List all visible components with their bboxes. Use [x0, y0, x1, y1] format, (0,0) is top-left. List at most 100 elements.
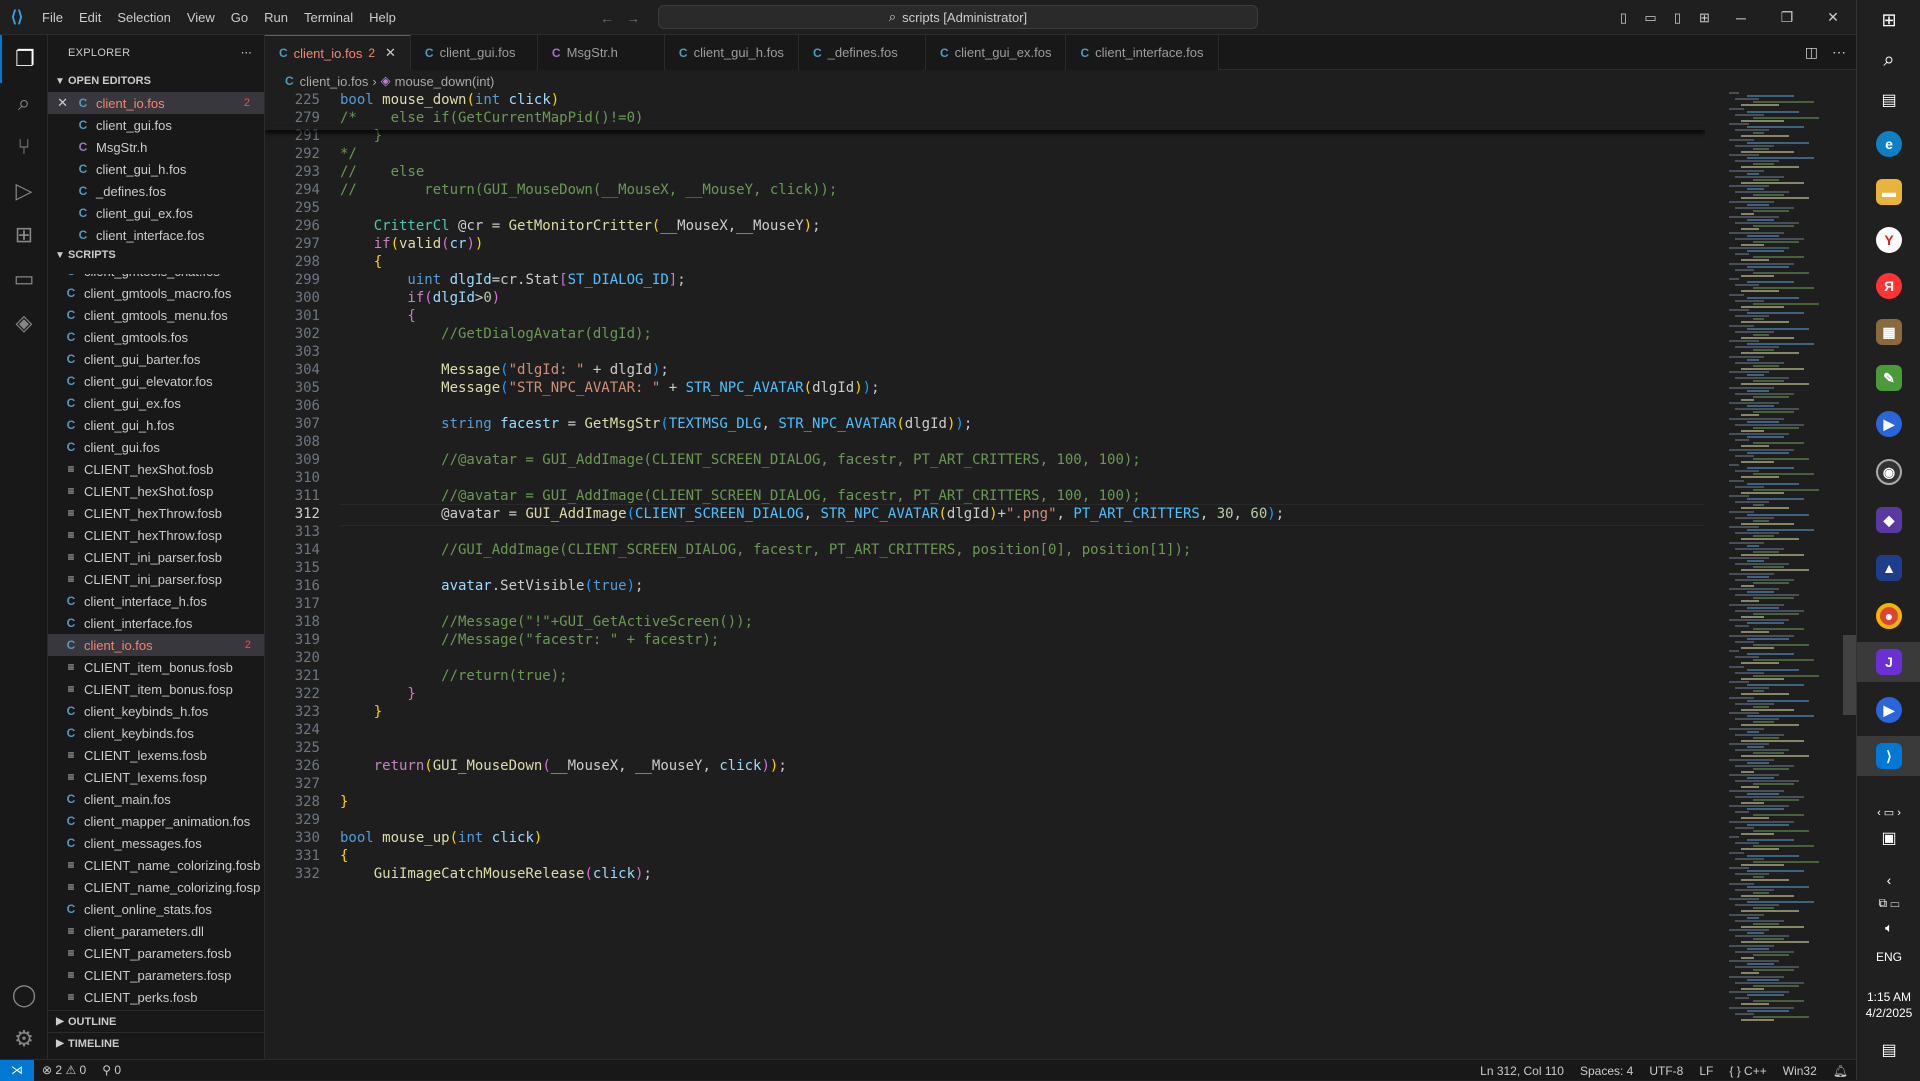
file-item[interactable]: Cclient_gui.fos: [48, 436, 264, 458]
tray-chevron-icon[interactable]: ‹: [1857, 872, 1920, 888]
file-item[interactable]: ≡ CLIENT_ini_parser.fosp: [48, 568, 264, 590]
file-item[interactable]: Cclient_main.fos: [48, 788, 264, 810]
file-item[interactable]: ≡ CLIENT_parameters.fosb: [48, 942, 264, 964]
extensions-icon[interactable]: ⊞: [0, 211, 48, 259]
cursor-position[interactable]: Ln 312, Col 110: [1472, 1064, 1572, 1078]
menu-terminal[interactable]: Terminal: [296, 0, 361, 35]
file-item[interactable]: Cclient_gui_elevator.fos: [48, 370, 264, 392]
open-editor-item[interactable]: C MsgStr.h: [48, 136, 264, 158]
tab-client-gui-h-fos[interactable]: Cclient_gui_h.fos: [664, 35, 799, 70]
toggle-sidebar-icon[interactable]: ▯: [1610, 10, 1637, 26]
code-editor[interactable]: 225 bool mouse_down(int click) 279/* else …: [265, 92, 1705, 1059]
language-indicator[interactable]: ENG: [1857, 950, 1920, 964]
menu-help[interactable]: Help: [361, 0, 404, 35]
menu-file[interactable]: File: [34, 0, 71, 35]
file-item[interactable]: ≡ CLIENT_lexems.fosb: [48, 744, 264, 766]
indentation[interactable]: Spaces: 4: [1572, 1064, 1641, 1078]
tab-client-io-fos[interactable]: Cclient_io.fos 2 ✕: [265, 35, 411, 70]
search-view-icon[interactable]: ⌕: [0, 79, 48, 127]
end-of-line[interactable]: LF: [1691, 1064, 1721, 1078]
yandex-app-icon[interactable]: Я: [1857, 266, 1920, 306]
tab-client-interface-fos[interactable]: Cclient_interface.fos: [1066, 35, 1219, 70]
open-editors-header[interactable]: ▼ OPEN EDITORS: [48, 70, 264, 92]
file-item[interactable]: ≡ CLIENT_hexShot.fosb: [48, 458, 264, 480]
more-actions-icon[interactable]: ⋯: [241, 46, 252, 59]
open-editor-item[interactable]: ✕ Cclient_io.fos 2: [48, 92, 264, 114]
file-item[interactable]: Cclient_interface_h.fos: [48, 590, 264, 612]
file-item[interactable]: ≡ CLIENT_item_bonus.fosb: [48, 656, 264, 678]
language-mode[interactable]: { } C++: [1721, 1064, 1774, 1078]
menu-edit[interactable]: Edit: [71, 0, 109, 35]
tray-scroll-arrows[interactable]: ‹ ▭ ›: [1857, 806, 1920, 819]
clock-time[interactable]: 1:15 AM: [1857, 990, 1920, 1004]
notepad-app-icon[interactable]: ✎: [1857, 358, 1920, 398]
jetbrains-app-icon[interactable]: J: [1857, 642, 1920, 682]
menu-run[interactable]: Run: [256, 0, 296, 35]
toggle-secondary-sidebar-icon[interactable]: ▯: [1664, 10, 1691, 26]
file-item[interactable]: ≡ CLIENT_perks.fosb: [48, 986, 264, 1008]
file-item[interactable]: Cclient_gmtools.fos: [48, 326, 264, 348]
file-item[interactable]: ≡ client_parameters.dll: [48, 920, 264, 942]
open-editor-item[interactable]: Cclient_gui.fos: [48, 114, 264, 136]
ports-indicator[interactable]: ⚲ 0: [94, 1063, 129, 1077]
forward-arrow-icon[interactable]: →: [626, 10, 640, 26]
file-item[interactable]: Cclient_gmtools_menu.fos: [48, 304, 264, 326]
file-item[interactable]: ≡ CLIENT_item_bonus.fosp: [48, 678, 264, 700]
file-item[interactable]: Cclient_gmtools_chat.fos: [48, 274, 264, 282]
taskbar-search-icon[interactable]: ⌕: [1857, 40, 1920, 80]
tab-msgstr-h[interactable]: C MsgStr.h: [537, 35, 665, 70]
archive-app-icon[interactable]: ▦: [1857, 312, 1920, 352]
docker-icon[interactable]: ◈: [0, 299, 48, 347]
menu-go[interactable]: Go: [223, 0, 256, 35]
notifications-bell-icon[interactable]: 🔔︎: [1825, 1064, 1856, 1078]
remote-explorer-icon[interactable]: ▭: [0, 255, 48, 303]
task-view-icon[interactable]: ▤: [1857, 80, 1920, 120]
file-item[interactable]: ≡ CLIENT_lexems.fosp: [48, 766, 264, 788]
platform[interactable]: Win32: [1775, 1064, 1825, 1078]
file-item[interactable]: Cclient_keybinds_h.fos: [48, 700, 264, 722]
account-icon[interactable]: ◯: [0, 971, 48, 1019]
tab-client-gui-fos[interactable]: Cclient_gui.fos: [410, 35, 538, 70]
volume-icon[interactable]: 🔈︎: [1857, 920, 1920, 936]
file-item[interactable]: Cclient_online_stats.fos: [48, 898, 264, 920]
encoding[interactable]: UTF-8: [1641, 1064, 1691, 1078]
file-item[interactable]: Cclient_interface.fos: [48, 612, 264, 634]
file-item[interactable]: Cclient_gui_ex.fos: [48, 392, 264, 414]
file-item[interactable]: Cclient_gui_barter.fos: [48, 348, 264, 370]
source-control-icon[interactable]: ⑂: [0, 123, 48, 171]
open-editor-item[interactable]: Cclient_interface.fos: [48, 224, 264, 246]
menu-selection[interactable]: Selection: [109, 0, 178, 35]
close-button[interactable]: ✕: [1810, 9, 1856, 26]
menu-view[interactable]: View: [179, 0, 223, 35]
open-editor-item[interactable]: Cclient_gui_h.fos: [48, 158, 264, 180]
file-item[interactable]: Cclient_gmtools_macro.fos: [48, 282, 264, 304]
file-item[interactable]: Cclient_keybinds.fos: [48, 722, 264, 744]
file-explorer-icon[interactable]: ▬: [1857, 172, 1920, 212]
file-item[interactable]: Cclient_messages.fos: [48, 832, 264, 854]
file-item[interactable]: ≡ CLIENT_hexThrow.fosb: [48, 502, 264, 524]
file-item[interactable]: ≡ CLIENT_hexShot.fosp: [48, 480, 264, 502]
customize-layout-icon[interactable]: ⊞: [1691, 10, 1718, 26]
problems-indicator[interactable]: ⊗ 2 ⚠ 0: [34, 1063, 94, 1077]
widget-icon[interactable]: ▣: [1857, 828, 1920, 848]
messenger-app-icon[interactable]: ▶: [1857, 404, 1920, 444]
minimize-button[interactable]: ─: [1718, 10, 1764, 26]
chrome-browser-icon[interactable]: ●: [1857, 596, 1920, 636]
minimap[interactable]: [1725, 92, 1845, 1032]
run-debug-icon[interactable]: ▷: [0, 167, 48, 215]
windows-start-icon[interactable]: ⊞: [1857, 0, 1920, 40]
edge-browser-icon[interactable]: e: [1857, 124, 1920, 164]
vertical-scrollbar[interactable]: [1843, 635, 1856, 715]
tab--defines-fos[interactable]: C _defines.fos: [798, 35, 926, 70]
yandex-browser-icon[interactable]: Y: [1857, 220, 1920, 260]
breadcrumb-symbol[interactable]: mouse_down(int): [395, 74, 495, 89]
stats-app-icon[interactable]: ▲: [1857, 548, 1920, 588]
vscode-taskbar-icon[interactable]: ⟩: [1857, 736, 1920, 776]
toggle-panel-icon[interactable]: ▭: [1637, 10, 1664, 26]
file-item[interactable]: ≡ CLIENT_ini_parser.fosb: [48, 546, 264, 568]
tab-client-gui-ex-fos[interactable]: Cclient_gui_ex.fos: [925, 35, 1067, 70]
crystal-app-icon[interactable]: ◆: [1857, 500, 1920, 540]
obs-app-icon[interactable]: ◉: [1857, 452, 1920, 492]
file-item[interactable]: Cclient_mapper_animation.fos: [48, 810, 264, 832]
open-editor-item[interactable]: C _defines.fos: [48, 180, 264, 202]
